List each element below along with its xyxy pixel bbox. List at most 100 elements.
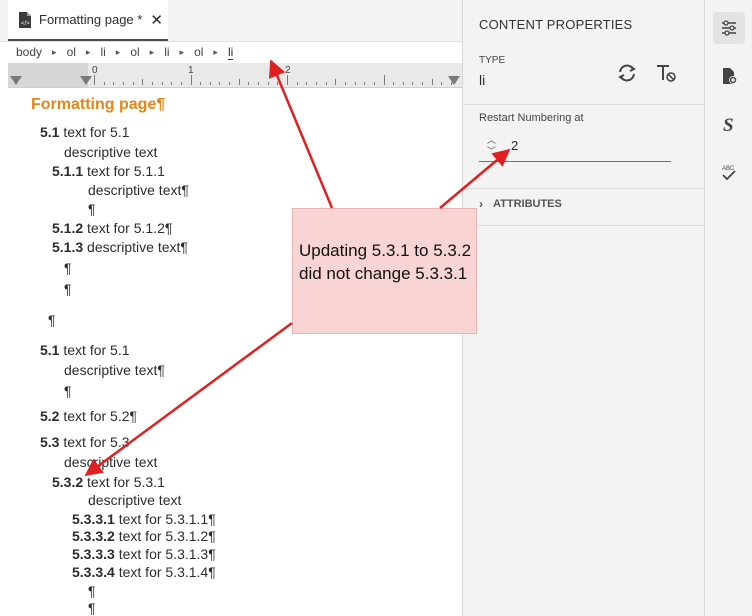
restart-numbering-stepper[interactable]: ︿ ﹀ 2	[479, 133, 671, 162]
type-value: li	[479, 72, 486, 88]
ruler-tick	[103, 82, 105, 85]
ruler-tick	[113, 82, 115, 85]
breadcrumb-item-li[interactable]: li	[100, 45, 105, 59]
breadcrumb-separator: ▸	[179, 46, 185, 57]
ruler-tick	[335, 79, 337, 85]
paragraph[interactable]: descriptive text	[88, 492, 181, 508]
paragraph[interactable]: descriptive text¶	[88, 182, 189, 198]
tab-title: Formatting page *	[39, 12, 143, 27]
ruler-left-indent-marker[interactable]	[10, 76, 22, 85]
list-item-text: text for 5.2¶	[59, 408, 138, 424]
list-item[interactable]: 5.3.3.3 text for 5.3.1.3¶	[72, 546, 216, 562]
type-label: TYPE	[479, 55, 506, 66]
list-item-number: 5.1	[40, 124, 60, 140]
list-item-number: 5.3.3.4	[72, 564, 115, 580]
ruler[interactable]: 0 1 2	[8, 63, 462, 88]
spellcheck-button[interactable]: ABC	[713, 156, 745, 188]
paragraph[interactable]: ¶	[88, 583, 96, 599]
breadcrumb-item-ol[interactable]: ol	[194, 45, 203, 59]
ruler-tick	[402, 82, 404, 85]
content-properties-button[interactable]	[713, 12, 745, 44]
paragraph[interactable]: ¶	[64, 260, 72, 276]
breadcrumb-separator: ▸	[115, 46, 121, 57]
paragraph[interactable]: ¶	[88, 201, 96, 217]
ruler-tick	[383, 75, 385, 85]
list-item[interactable]: 5.3.3.1 text for 5.3.1.1¶	[72, 511, 216, 527]
list-item-text: text for 5.3.1.4¶	[114, 564, 216, 580]
ruler-tick	[190, 75, 192, 85]
list-item[interactable]: 5.3.3.2 text for 5.3.1.2¶	[72, 528, 216, 544]
list-item[interactable]: 5.3.3.4 text for 5.3.1.4¶	[72, 564, 216, 580]
breadcrumb-item-li-current[interactable]: li	[227, 45, 234, 60]
list-item[interactable]: 5.1.1 text for 5.1.1	[52, 163, 165, 179]
styles-button[interactable]: S	[713, 108, 745, 140]
ruler-tick	[171, 82, 173, 85]
ruler-tick	[161, 82, 163, 85]
paragraph[interactable]: descriptive text¶	[64, 362, 165, 378]
refresh-icon[interactable]	[616, 62, 638, 84]
stepper-arrows-icon[interactable]: ︿ ﹀	[487, 135, 496, 157]
list-item-text: text for 5.3.1.1¶	[114, 511, 216, 527]
list-item-text: ¶	[88, 201, 96, 217]
list-item-number: 5.1.2	[52, 220, 84, 236]
list-item-text: ¶	[88, 600, 96, 616]
list-item[interactable]: 5.3.2 text for 5.3.1	[52, 474, 165, 490]
content-properties-panel: CONTENT PROPERTIES TYPE li Restart Numbe…	[463, 0, 704, 616]
document-icon: </>	[19, 11, 31, 28]
list-item[interactable]: 5.1.2 text for 5.1.2¶	[52, 220, 172, 236]
ruler-right-indent-marker[interactable]	[448, 76, 460, 85]
breadcrumb-item-body[interactable]: body	[16, 45, 42, 59]
paragraph[interactable]: ¶	[48, 312, 56, 328]
ruler-tick	[258, 82, 260, 85]
properties-icon	[722, 20, 736, 36]
ruler-tick	[287, 75, 288, 85]
list-item[interactable]: 5.1.3 descriptive text¶	[52, 239, 188, 255]
list-item-number: 5.2	[40, 408, 60, 424]
list-item[interactable]: 5.1 text for 5.1	[40, 124, 130, 140]
paragraph[interactable]: ¶	[88, 600, 96, 616]
ruler-tick	[209, 82, 211, 85]
paragraph[interactable]: ¶	[64, 383, 72, 399]
list-item[interactable]: 5.3 text for 5.3	[40, 434, 130, 450]
page-title[interactable]: Formatting page¶	[31, 96, 165, 114]
panel-divider	[463, 225, 704, 226]
list-item-number: 5.3.3.3	[72, 546, 115, 562]
breadcrumb-item-ol[interactable]: ol	[67, 45, 76, 59]
breadcrumb-separator: ▸	[52, 46, 57, 57]
attributes-label: ATTRIBUTES	[493, 198, 562, 210]
clear-format-icon[interactable]	[655, 62, 677, 84]
ruler-tick	[373, 82, 375, 85]
breadcrumb-separator: ▸	[85, 46, 91, 57]
list-item-text: ¶	[48, 312, 56, 328]
list-item-number: 5.3.2	[52, 474, 84, 490]
page-settings-icon	[723, 68, 737, 84]
paragraph[interactable]: descriptive text	[64, 454, 157, 470]
restart-numbering-label: Restart Numbering at	[479, 112, 584, 124]
list-item-number: 5.3.3.1	[72, 511, 115, 527]
list-item-text: descriptive text¶	[83, 239, 188, 255]
ruler-tick	[296, 82, 298, 85]
list-item[interactable]: 5.2 text for 5.2¶	[40, 408, 137, 424]
breadcrumb-item-ol[interactable]: ol	[130, 45, 139, 59]
ruler-tick	[364, 82, 366, 85]
paragraph[interactable]: descriptive text	[64, 144, 157, 160]
list-item-text: descriptive text¶	[88, 182, 189, 198]
ruler-tick	[151, 82, 153, 85]
breadcrumb-separator: ▸	[213, 46, 218, 57]
attributes-section-toggle[interactable]: › ATTRIBUTES	[479, 197, 562, 211]
close-icon[interactable]: ✕	[150, 11, 163, 29]
ruler-tick	[94, 75, 95, 85]
list-item-text: text for 5.3.1.2¶	[114, 528, 216, 544]
ruler-first-line-marker[interactable]	[80, 76, 92, 85]
styles-icon: S	[723, 115, 734, 134]
panel-divider	[463, 104, 704, 105]
tab-formatting-page[interactable]: </> Formatting page * ✕	[8, 0, 168, 41]
breadcrumb-item-li[interactable]: li	[164, 45, 169, 59]
paragraph[interactable]: ¶	[64, 281, 72, 297]
ruler-tick	[219, 82, 221, 85]
restart-numbering-value[interactable]: 2	[511, 138, 518, 153]
list-item[interactable]: 5.1 text for 5.1	[40, 342, 130, 358]
spellcheck-icon: ABC	[722, 166, 736, 181]
page-settings-button[interactable]	[713, 60, 745, 92]
ruler-tick	[354, 82, 356, 85]
